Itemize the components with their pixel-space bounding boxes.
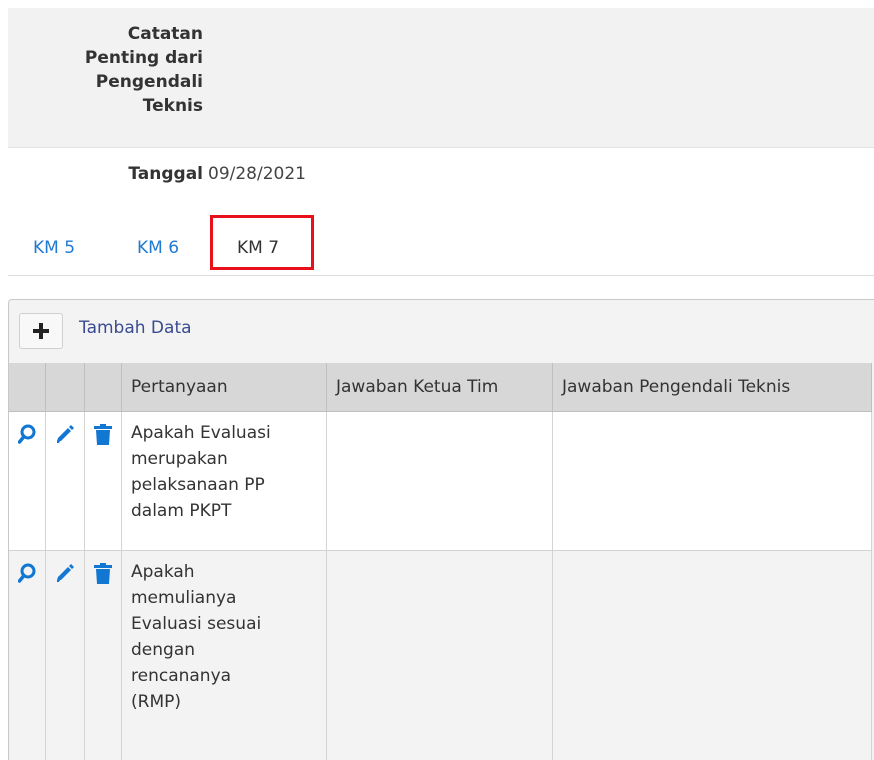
add-data-button[interactable] bbox=[19, 313, 63, 349]
notes-label-line: Teknis bbox=[33, 94, 203, 118]
jawaban-pengendali-teknis-cell bbox=[553, 551, 872, 760]
jawaban-pengendali-teknis-cell bbox=[553, 412, 872, 551]
pertanyaan-line: merupakan bbox=[131, 446, 317, 472]
pertanyaan-line: memulianya bbox=[131, 585, 317, 611]
trash-icon[interactable] bbox=[94, 563, 112, 585]
notes-label-line: Catatan bbox=[33, 22, 203, 46]
header-jawaban-ketua-tim[interactable]: Jawaban Ketua Tim bbox=[327, 363, 553, 412]
jawaban-ketua-tim-cell bbox=[327, 412, 553, 551]
tab-km-5[interactable]: KM 5 bbox=[33, 222, 75, 274]
header-jawaban-pengendali-teknis[interactable]: Jawaban Pengendali Teknis bbox=[553, 363, 872, 412]
header-action-col bbox=[85, 363, 122, 412]
header-pertanyaan[interactable]: Pertanyaan bbox=[122, 363, 327, 412]
notes-label-line: Penting dari bbox=[33, 46, 203, 70]
view-cell bbox=[9, 551, 46, 760]
date-row: Tanggal 09/28/2021 bbox=[8, 148, 874, 198]
pertanyaan-cell: Apakah Evaluasi merupakan pelaksanaan PP… bbox=[122, 412, 327, 551]
header-action-col bbox=[9, 363, 46, 412]
tab-km-6[interactable]: KM 6 bbox=[137, 222, 179, 274]
pertanyaan-line: Apakah bbox=[131, 559, 317, 585]
edit-cell bbox=[46, 412, 85, 551]
pertanyaan-line: dengan bbox=[131, 637, 317, 663]
add-data-label[interactable]: Tambah Data bbox=[79, 318, 192, 338]
pertanyaan-line: dalam PKPT bbox=[131, 498, 317, 524]
notes-row: Catatan Penting dari Pengendali Teknis bbox=[8, 8, 874, 148]
pertanyaan-line: (RMP) bbox=[131, 689, 317, 715]
date-value: 09/28/2021 bbox=[208, 162, 306, 186]
view-cell bbox=[9, 412, 46, 551]
table-header-row: Pertanyaan Jawaban Ketua Tim Jawaban Pen… bbox=[9, 363, 872, 412]
pencil-icon[interactable] bbox=[56, 563, 74, 583]
km-tabs: KM 5 KM 6 KM 7 bbox=[8, 222, 874, 276]
date-label: Tanggal bbox=[128, 162, 203, 186]
search-icon[interactable] bbox=[18, 424, 36, 444]
pertanyaan-line: Apakah Evaluasi bbox=[131, 420, 317, 446]
pertanyaan-line: rencananya bbox=[131, 663, 317, 689]
notes-label-line: Pengendali bbox=[33, 70, 203, 94]
delete-cell bbox=[85, 551, 122, 760]
grid-toolbar: Tambah Data bbox=[9, 300, 874, 363]
table-row: Apakah memulianya Evaluasi sesuai dengan… bbox=[9, 551, 872, 760]
plus-icon bbox=[32, 322, 50, 340]
edit-cell bbox=[46, 551, 85, 760]
jawaban-ketua-tim-cell bbox=[327, 551, 553, 760]
pertanyaan-cell: Apakah memulianya Evaluasi sesuai dengan… bbox=[122, 551, 327, 760]
pencil-icon[interactable] bbox=[56, 424, 74, 444]
questions-table: Pertanyaan Jawaban Ketua Tim Jawaban Pen… bbox=[9, 363, 872, 760]
data-grid: Tambah Data Pertanyaan Jawaban Ketua Tim… bbox=[8, 299, 874, 760]
tab-highlight-box bbox=[210, 215, 314, 270]
notes-label: Catatan Penting dari Pengendali Teknis bbox=[33, 22, 203, 118]
delete-cell bbox=[85, 412, 122, 551]
search-icon[interactable] bbox=[18, 563, 36, 583]
trash-icon[interactable] bbox=[94, 424, 112, 446]
pertanyaan-line: Evaluasi sesuai bbox=[131, 611, 317, 637]
header-action-col bbox=[46, 363, 85, 412]
pertanyaan-line: pelaksanaan PP bbox=[131, 472, 317, 498]
table-row: Apakah Evaluasi merupakan pelaksanaan PP… bbox=[9, 412, 872, 551]
